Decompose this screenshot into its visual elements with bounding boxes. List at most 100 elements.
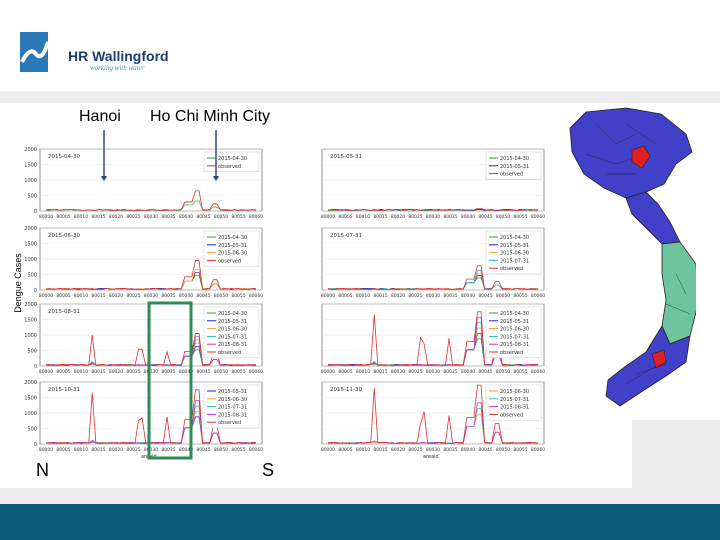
y-tick-label: 0 (34, 209, 37, 215)
x-tick-label: 80000 (321, 369, 335, 375)
x-tick-label: 80025 (126, 214, 140, 220)
x-tick-label: 80005 (56, 447, 70, 453)
y-tick-label: 500 (27, 273, 37, 279)
x-tick-label: 80060 (249, 369, 263, 375)
x-tick-label: 80000 (39, 369, 53, 375)
chart-panel: 80000 80005 80010 80015 80020 80025 80030 80035… (321, 227, 545, 299)
x-tick-label: 80030 (426, 447, 440, 453)
legend-label: 2015-05-31 (218, 319, 247, 325)
y-tick-label: 2000 (24, 380, 37, 386)
x-tick-label: 80000 (39, 293, 53, 299)
forecast-chart-grid: 050010001500200080000 80005 80010 80015 8002… (24, 130, 545, 460)
x-tick-label: 80050 (214, 214, 228, 220)
x-tick-label: 80030 (426, 293, 440, 299)
y-tick-label: 1000 (24, 333, 37, 339)
x-tick-label: 80040 (461, 214, 475, 220)
x-tick-label: 80055 (231, 214, 245, 220)
x-tick-label: 80035 (443, 293, 457, 299)
legend-label: 2015-07-31 (218, 405, 247, 411)
x-tick-label: 80050 (214, 369, 228, 375)
x-tick-label: 80035 (443, 447, 457, 453)
x-tick-label: 80040 (461, 369, 475, 375)
legend-label: observed (500, 350, 523, 356)
x-tick-label: 80000 (321, 447, 335, 453)
legend-label: 2015-05-31 (218, 389, 247, 395)
x-tick-label: 80015 (91, 214, 105, 220)
x-tick-label: 80060 (531, 214, 545, 220)
x-tick-label: 80015 (373, 214, 387, 220)
legend-label: 2015-06-30 (218, 397, 247, 403)
legend-label: 2015-04-30 (218, 311, 247, 317)
legend-label: 2015-05-31 (500, 319, 529, 325)
x-tick-label: 80005 (56, 214, 70, 220)
legend-label: 2015-05-31 (218, 243, 247, 249)
legend-label: 2015-06-30 (500, 389, 529, 395)
footer-light-band (0, 488, 720, 504)
x-tick-label: 80020 (391, 293, 405, 299)
x-tick-label: 80030 (144, 293, 158, 299)
legend-label: 2015-06-30 (218, 251, 247, 257)
y-tick-label: 1500 (24, 318, 37, 324)
x-tick-label: 80010 (74, 447, 88, 453)
x-tick-label: 80045 (478, 214, 492, 220)
x-tick-label: 80010 (74, 369, 88, 375)
x-tick-label: 80045 (196, 369, 210, 375)
y-tick-label: 2000 (24, 302, 37, 308)
chart-panel: 0 500 1000 1500 2000 80000 80005 80010 80015 8002… (24, 147, 263, 220)
panel-title: 2015-08-31 (48, 309, 80, 315)
legend-label: observed (500, 412, 523, 418)
y-tick-label: 0 (34, 288, 37, 294)
x-tick-label: 80030 (144, 369, 158, 375)
panel-title: 2015-10-31 (48, 387, 80, 393)
legend-label: 2015-08-31 (500, 342, 529, 348)
panel-title: 2015-05-31 (330, 154, 362, 160)
x-tick-label: 80025 (408, 293, 422, 299)
legend-label: 2015-04-30 (218, 156, 247, 162)
x-tick-label: 80050 (496, 447, 510, 453)
chart-panel: 80000 80005 80010 80015 80020 80025 80030 80035… (321, 148, 545, 220)
x-tick-label: 80060 (531, 447, 545, 453)
footer-bar (0, 504, 720, 540)
chart-panel: 0 500 1000 1500 2000 80000 80005 80010 80015 8002… (24, 226, 263, 299)
x-tick-label: 80000 (39, 447, 53, 453)
y-tick-label: 1000 (24, 257, 37, 263)
x-tick-label: 80045 (196, 447, 210, 453)
x-tick-label: 80060 (531, 369, 545, 375)
x-tick-label: 80000 (39, 214, 53, 220)
x-tick-label: 80020 (109, 293, 123, 299)
x-tick-label: 80045 (478, 447, 492, 453)
x-tick-label: 80005 (338, 214, 352, 220)
chart-panel: 0 500 1000 1500 2000 80000 80005 80010 80015 8002… (24, 380, 263, 460)
x-tick-label: 80025 (408, 447, 422, 453)
x-tick-label: 80035 (161, 293, 175, 299)
x-tick-label: 80015 (91, 447, 105, 453)
x-tick-label: 80010 (74, 214, 88, 220)
panel-title: 2015-06-30 (48, 233, 80, 239)
x-tick-label: 80035 (161, 369, 175, 375)
x-tick-label: 80055 (231, 293, 245, 299)
x-tick-label: 80015 (373, 447, 387, 453)
y-tick-label: 500 (27, 194, 37, 200)
legend-label: observed (218, 350, 241, 356)
legend-label: 2015-08-31 (500, 405, 529, 411)
x-tick-label: 80020 (391, 214, 405, 220)
x-tick-label: 80015 (373, 293, 387, 299)
chart-panel: 80000 80005 80010 80015 80020 80025 80030 80035… (321, 303, 545, 375)
legend-label: 2015-06-30 (218, 327, 247, 333)
x-tick-label: 80045 (196, 293, 210, 299)
x-tick-label: 80040 (461, 293, 475, 299)
legend-label: 2015-04-30 (500, 235, 529, 241)
x-tick-label: 80035 (443, 214, 457, 220)
x-tick-label: 80030 (144, 447, 158, 453)
x-tick-label: 80050 (214, 447, 228, 453)
x-tick-label: 80035 (161, 447, 175, 453)
legend-label: 2015-07-31 (500, 258, 529, 264)
legend-label: observed (500, 172, 523, 178)
y-tick-label: 1500 (24, 396, 37, 402)
x-tick-label: 80010 (74, 293, 88, 299)
legend-label: 2015-05-31 (500, 164, 529, 170)
y-tick-label: 2000 (24, 226, 37, 232)
x-tick-label: 80045 (196, 214, 210, 220)
x-tick-label: 80045 (478, 293, 492, 299)
x-tick-label: 80005 (338, 447, 352, 453)
